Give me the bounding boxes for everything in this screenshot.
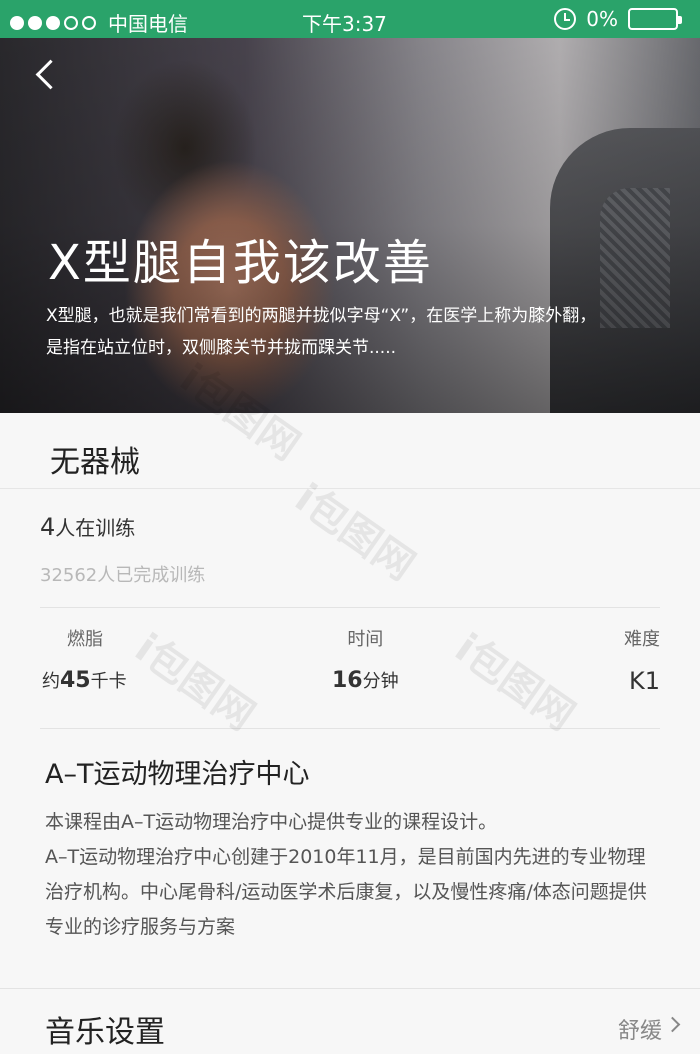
equipment-section: 无器械	[0, 413, 700, 489]
music-settings-label: 音乐设置	[45, 1015, 165, 1050]
battery-percent: 0%	[586, 7, 618, 31]
hero-title: X型腿自我该改善	[48, 235, 433, 291]
stat-time-number: 16	[332, 668, 363, 693]
status-time: 下午3:37	[302, 12, 387, 36]
stat-time-value: 16分钟	[332, 667, 399, 693]
provider-section: A–T运动物理治疗中心 本课程由A–T运动物理治疗中心提供专业的课程设计。 A–…	[45, 752, 655, 945]
training-count-number: 4	[40, 513, 56, 541]
stat-burn-prefix: 约	[42, 671, 60, 692]
signal-dot-icon	[46, 15, 60, 30]
training-info: 4人在训练 32562人已完成训练	[40, 512, 205, 587]
stat-difficulty-label: 难度	[624, 629, 660, 650]
signal-dot-empty-icon	[64, 15, 78, 30]
hero-description: X型腿，也就是我们常看到的两腿并拢似字母“X”，在医学上称为膝外翻，是指在站立位…	[46, 306, 597, 358]
status-bar: 中国电信 下午3:37 0%	[0, 0, 700, 38]
training-count: 4人在训练	[40, 512, 205, 541]
stat-time: 时间 16分钟	[332, 625, 399, 693]
hero-banner: X型腿自我该改善 X型腿，也就是我们常看到的两腿并拢似字母“X”，在医学上称为膝…	[0, 38, 700, 413]
provider-desc-line: A–T运动物理治疗中心创建于2010年11月，是目前国内先进的专业物理治疗机构。…	[45, 846, 647, 938]
battery-icon	[628, 8, 682, 30]
divider	[40, 607, 660, 608]
stat-time-unit: 分钟	[362, 671, 399, 692]
signal-group: 中国电信	[10, 8, 188, 37]
music-settings-value: 舒缓	[617, 1019, 662, 1044]
status-right: 0%	[554, 7, 682, 31]
provider-description: 本课程由A–T运动物理治疗中心提供专业的课程设计。 A–T运动物理治疗中心创建于…	[45, 805, 655, 945]
divider	[40, 728, 660, 729]
signal-dot-empty-icon	[82, 15, 96, 30]
back-button[interactable]	[30, 58, 64, 92]
stat-difficulty: 难度 K1	[624, 625, 660, 695]
stat-burn-value: 约45千卡	[42, 667, 127, 693]
signal-dot-icon	[10, 15, 24, 30]
equipment-label: 无器械	[50, 445, 140, 480]
stat-burn-number: 45	[60, 668, 91, 693]
carrier-name: 中国电信	[108, 12, 188, 36]
provider-desc-line: 本课程由A–T运动物理治疗中心提供专业的课程设计。	[45, 811, 498, 833]
stat-time-label: 时间	[347, 629, 384, 650]
training-count-suffix: 人在训练	[55, 516, 136, 540]
provider-name: A–T运动物理治疗中心	[45, 759, 310, 790]
stat-burn-label: 燃脂	[67, 629, 103, 650]
stat-burn: 燃脂 约45千卡	[42, 625, 127, 693]
stat-difficulty-value: K1	[628, 667, 660, 695]
stat-burn-unit: 千卡	[90, 671, 127, 692]
alarm-icon	[554, 8, 577, 30]
chevron-right-icon	[664, 1016, 681, 1033]
completed-count: 32562人已完成训练	[40, 565, 206, 586]
music-settings-row[interactable]: 音乐设置 舒缓	[0, 988, 700, 1054]
signal-dot-icon	[28, 15, 42, 30]
